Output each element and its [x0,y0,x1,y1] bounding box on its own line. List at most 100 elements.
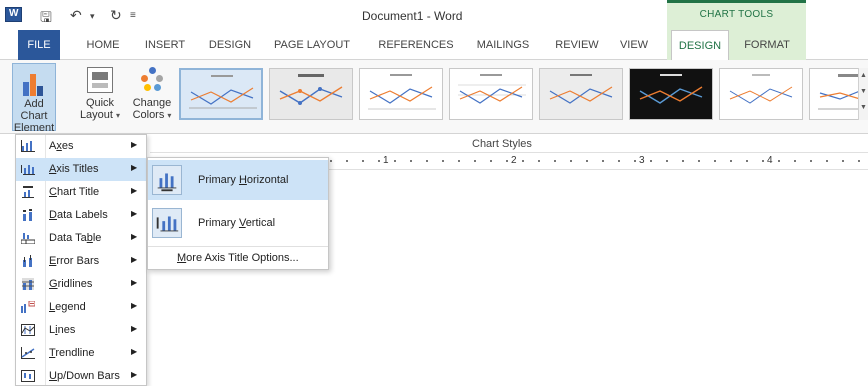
quick-layout-button[interactable]: Quick Layout ▾ [78,63,122,131]
tab-mailings[interactable]: MAILINGS [470,30,536,60]
scroll-up-icon[interactable]: ▲ [859,68,868,84]
ruler-tick [474,160,476,162]
chevron-down-icon: ▾ [167,111,172,120]
add-chart-label-2: Element [13,122,55,134]
ruler-tick [458,160,460,162]
primary-vertical-option[interactable]: Primary Vertical [148,203,328,243]
ruler-tick [570,160,572,162]
menu-item-data-table[interactable]: Data Table ▶ [16,227,146,250]
ruler-tick [602,160,604,162]
tab-page-layout[interactable]: PAGE LAYOUT [270,30,354,60]
chart-style-1[interactable] [179,68,263,120]
ruler-tick [778,160,780,162]
submenu-divider [148,246,328,247]
change-colors-label-2: Colors [132,109,165,121]
chevron-right-icon: ▶ [131,301,138,310]
chevron-right-icon: ▶ [131,278,138,287]
scroll-down-icon[interactable]: ▼ [859,84,868,100]
chart-style-4[interactable] [449,68,533,120]
more-styles-icon[interactable]: ▼ [859,100,868,116]
tab-chart-format[interactable]: FORMAT [736,30,798,60]
chart-tools-label: CHART TOOLS [699,9,774,20]
chart-style-3[interactable] [359,68,443,120]
tab-review[interactable]: REVIEW [548,30,606,60]
tab-home[interactable]: HOME [78,30,128,60]
legend-icon [21,301,35,313]
menu-item-up-down-bars[interactable]: Up/Down Bars ▶ [16,365,146,386]
ruler-tick [842,160,844,162]
menu-item-label: Lines [49,324,76,336]
primary-horizontal-axis-title-icon [152,165,182,195]
tab-chart-design[interactable]: DESIGN [671,30,729,60]
word-app-icon[interactable] [5,7,22,22]
ruler-tick [330,160,332,162]
chart-style-6[interactable] [629,68,713,120]
menu-item-label: Gridlines [49,278,93,290]
redo-icon[interactable]: ↻ [110,7,122,24]
tab-design[interactable]: DESIGN [202,30,258,60]
ruler-tick [522,160,524,162]
chevron-down-icon: ▾ [116,111,121,120]
ruler-tick [378,160,380,162]
ruler-tick [746,160,748,162]
data-table-icon [21,233,35,244]
ruler-tick [666,160,668,162]
axes-icon [21,140,35,152]
ruler-tick [586,160,588,162]
gallery-scroll[interactable]: ▲ ▼ ▼ [858,68,868,120]
primary-horizontal-option[interactable]: Primary Horizontal [148,160,328,200]
chevron-right-icon: ▶ [131,140,138,149]
menu-item-label: Axis Titles [49,163,99,175]
menu-item-axis-titles[interactable]: Axis Titles ▶ [16,158,146,181]
ruler-tick [826,160,828,162]
ruler-tick [810,160,812,162]
tab-file[interactable]: FILE [18,30,60,60]
chart-tools-group: CHART TOOLS [667,0,806,30]
document-title: Document1 - Word [362,9,463,23]
menu-item-axes[interactable]: Axes ▶ [16,135,146,158]
add-chart-element-button[interactable]: Add Chart Element ▾ [12,63,56,145]
ruler-number: 2 [511,155,517,166]
menu-item-label: Data Table [49,232,102,244]
ruler-tick [650,160,652,162]
quick-layout-label-2: Layout [79,109,113,121]
menu-item-gridlines[interactable]: Gridlines ▶ [16,273,146,296]
data-labels-icon [23,209,32,221]
chart-style-7[interactable] [719,68,803,120]
menu-item-data-labels[interactable]: Data Labels ▶ [16,204,146,227]
ruler-number: 4 [767,155,773,166]
quick-layout-icon [87,67,113,93]
undo-icon[interactable]: ↶ [70,7,82,24]
chart-style-2[interactable] [269,68,353,120]
change-colors-button[interactable]: Change Colors ▾ [130,63,174,131]
primary-vertical-label: Primary Vertical [198,217,276,229]
menu-item-label: Chart Title [49,186,100,198]
lines-icon [21,324,35,336]
menu-item-label: Data Labels [49,209,108,221]
ruler-number: 1 [383,155,389,166]
change-colors-label-1: Change [132,97,172,109]
axis-titles-icon [21,165,35,175]
menu-item-label: Up/Down Bars [49,370,120,382]
menu-item-label: Axes [49,140,74,152]
ruler-tick [554,160,556,162]
save-icon[interactable]: 🖫 [40,7,52,31]
chart-styles-group-label: Chart Styles [472,138,532,150]
menu-item-error-bars[interactable]: Error Bars ▶ [16,250,146,273]
tab-references[interactable]: REFERENCES [374,30,458,60]
ruler-number: 3 [639,155,645,166]
menu-item-lines[interactable]: Lines ▶ [16,319,146,342]
undo-dropdown-icon[interactable]: ▾ [90,11,95,22]
customize-qat-icon[interactable]: ≡ [130,10,136,21]
ruler-tick [730,160,732,162]
menu-item-trendline[interactable]: Trendline ▶ [16,342,146,365]
tab-insert[interactable]: INSERT [140,30,190,60]
ruler-tick [490,160,492,162]
tab-view[interactable]: VIEW [614,30,654,60]
chevron-right-icon: ▶ [131,255,138,264]
menu-item-legend[interactable]: Legend ▶ [16,296,146,319]
menu-item-label: Trendline [49,347,95,359]
more-axis-title-options[interactable]: More Axis Title Options... [177,252,299,264]
chart-style-5[interactable] [539,68,623,120]
menu-item-chart-title[interactable]: Chart Title ▶ [16,181,146,204]
